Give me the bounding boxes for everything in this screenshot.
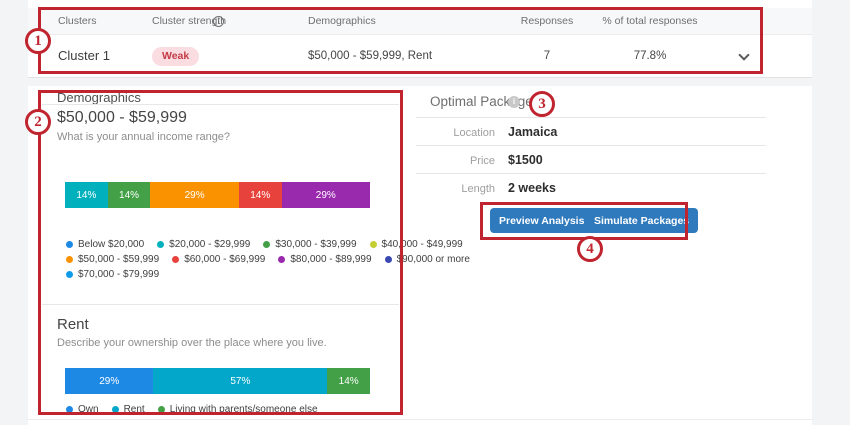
legend-dot-icon bbox=[172, 256, 179, 263]
legend-label: Below $20,000 bbox=[78, 239, 144, 250]
income-stacked-bar: 14%14%29%14%29% bbox=[65, 182, 370, 208]
legend-label: $20,000 - $29,999 bbox=[169, 239, 250, 250]
legend-label: $80,000 - $89,999 bbox=[290, 254, 371, 265]
column-header-clusters: Clusters bbox=[58, 8, 97, 35]
legend-label: $60,000 - $69,999 bbox=[184, 254, 265, 265]
legend-item: $40,000 - $49,999 bbox=[370, 239, 463, 250]
optimal-package-info-icon[interactable]: i bbox=[508, 96, 520, 108]
legend-item: $60,000 - $69,999 bbox=[172, 254, 265, 265]
legend-dot-icon bbox=[158, 406, 165, 413]
legend-label: Living with parents/someone else bbox=[170, 404, 318, 415]
legend-label: $90,000 or more bbox=[397, 254, 470, 265]
legend-item: $80,000 - $89,999 bbox=[278, 254, 371, 265]
legend-label: $50,000 - $59,999 bbox=[78, 254, 159, 265]
legend-dot-icon bbox=[66, 406, 73, 413]
demographics-panel-title: Demographics bbox=[57, 90, 141, 105]
legend-item: Living with parents/someone else bbox=[158, 404, 318, 415]
legend-dot-icon bbox=[66, 271, 73, 278]
column-header-responses: Responses bbox=[512, 8, 582, 35]
legend-dot-icon bbox=[66, 256, 73, 263]
op-price-label: Price bbox=[416, 155, 495, 167]
ownership-stacked-bar: 29%57%14% bbox=[65, 368, 370, 394]
bar-segment: 29% bbox=[65, 368, 153, 394]
legend-label: $70,000 - $79,999 bbox=[78, 269, 159, 280]
column-header-pct-total: % of total responses bbox=[595, 8, 705, 35]
legend-item: Own bbox=[66, 404, 99, 415]
cluster-responses-cell: 7 bbox=[512, 35, 582, 77]
income-legend: Below $20,000 $20,000 - $29,999 $30,000 - … bbox=[66, 239, 411, 284]
content-bottom-divider bbox=[28, 419, 812, 420]
legend-item: $50,000 - $59,999 bbox=[66, 254, 159, 265]
cluster-strength-badge: Weak bbox=[152, 46, 199, 66]
legend-dot-icon bbox=[157, 241, 164, 248]
op-location-label: Location bbox=[416, 127, 495, 139]
cluster-pct-cell: 77.8% bbox=[595, 35, 705, 77]
legend-label: $40,000 - $49,999 bbox=[382, 239, 463, 250]
bar-segment: 29% bbox=[282, 182, 370, 208]
bar-segment: 14% bbox=[108, 182, 151, 208]
bar-segment: 14% bbox=[65, 182, 108, 208]
op-price-value: $1500 bbox=[508, 153, 543, 167]
bar-segment: 57% bbox=[153, 368, 327, 394]
legend-item: $90,000 or more bbox=[385, 254, 470, 265]
op-row-location: Location Jamaica bbox=[416, 125, 557, 139]
bar-segment: 14% bbox=[239, 182, 282, 208]
legend-item: $20,000 - $29,999 bbox=[157, 239, 250, 250]
op-row-price: Price $1500 bbox=[416, 153, 543, 167]
legend-item: $30,000 - $39,999 bbox=[263, 239, 356, 250]
legend-label: $30,000 - $39,999 bbox=[275, 239, 356, 250]
op-row-length: Length 2 weeks bbox=[416, 181, 556, 195]
legend-label: Rent bbox=[124, 404, 145, 415]
op-row-divider bbox=[416, 117, 766, 118]
weak-badge: Weak bbox=[152, 47, 199, 66]
op-row-divider bbox=[416, 145, 766, 146]
legend-dot-icon bbox=[370, 241, 377, 248]
column-header-demographics: Demographics bbox=[308, 8, 376, 35]
legend-row: $50,000 - $59,999 $60,000 - $69,999 $80,00… bbox=[66, 254, 411, 265]
op-length-label: Length bbox=[416, 183, 495, 195]
income-chart-heading: $50,000 - $59,999 bbox=[57, 109, 187, 127]
ownership-chart-question: Describe your ownership over the place w… bbox=[57, 337, 327, 349]
legend-row: Below $20,000 $20,000 - $29,999 $30,000 - … bbox=[66, 239, 411, 250]
bar-segment: 14% bbox=[327, 368, 370, 394]
legend-dot-icon bbox=[263, 241, 270, 248]
simulate-packages-button[interactable]: Simulate Packages bbox=[585, 208, 698, 233]
op-row-divider bbox=[416, 173, 766, 174]
legend-dot-icon bbox=[385, 256, 392, 263]
legend-row: Own Rent Living with parents/someone else bbox=[66, 404, 411, 415]
cluster-analysis-page: Clusters Cluster strength i Demographics… bbox=[0, 0, 850, 425]
legend-row: $70,000 - $79,999 bbox=[66, 269, 411, 280]
preview-analysis-button[interactable]: Preview Analysis bbox=[490, 208, 593, 233]
cluster-demographics-cell: $50,000 - $59,999, Rent bbox=[308, 35, 432, 77]
income-chart-question: What is your annual income range? bbox=[57, 131, 230, 143]
ownership-legend: Own Rent Living with parents/someone else bbox=[66, 404, 411, 419]
legend-label: Own bbox=[78, 404, 99, 415]
legend-dot-icon bbox=[278, 256, 285, 263]
cluster-name: Cluster 1 bbox=[58, 35, 110, 77]
legend-item: Below $20,000 bbox=[66, 239, 144, 250]
cluster-strength-info-icon[interactable]: i bbox=[213, 16, 224, 27]
bar-segment: 29% bbox=[150, 182, 238, 208]
legend-item: $70,000 - $79,999 bbox=[66, 269, 159, 280]
legend-dot-icon bbox=[112, 406, 119, 413]
panel-title-divider bbox=[42, 104, 399, 105]
legend-item: Rent bbox=[112, 404, 145, 415]
ownership-chart-heading: Rent bbox=[57, 316, 89, 333]
table-panel-divider bbox=[28, 77, 812, 86]
op-length-value: 2 weeks bbox=[508, 181, 556, 195]
chart-section-divider bbox=[42, 304, 399, 305]
legend-dot-icon bbox=[66, 241, 73, 248]
op-location-value: Jamaica bbox=[508, 125, 557, 139]
